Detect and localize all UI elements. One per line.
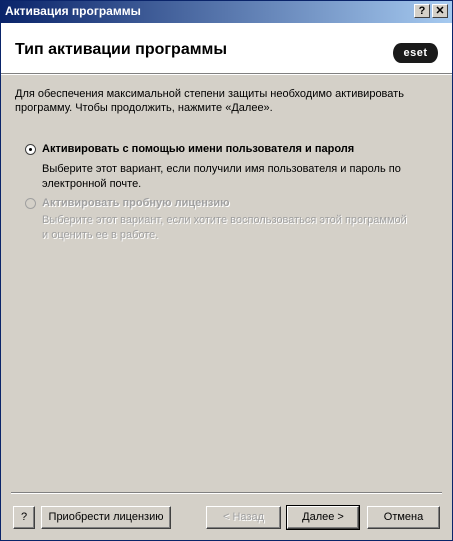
intro-text: Для обеспечения максимальной степени защ… — [15, 88, 404, 114]
eset-logo: eset — [393, 43, 438, 63]
page-title: Тип активации программы — [15, 41, 228, 58]
buy-license-button[interactable]: Приобрести лицензию — [41, 506, 171, 529]
radio-trial-license — [25, 198, 36, 209]
footer-divider-highlight — [11, 493, 442, 494]
radio-username-password[interactable] — [25, 144, 36, 155]
option-trial-license-label: Активировать пробную лицензию — [42, 197, 230, 209]
dialog-header: Тип активации программы eset — [1, 23, 452, 73]
option-trial-license-desc: Выберите этот вариант, если хотите воспо… — [42, 214, 407, 241]
back-button: < Назад — [206, 506, 281, 529]
activation-dialog: Активация программы ? ✕ Тип активации пр… — [0, 0, 453, 541]
option-username-password-desc: Выберите этот вариант, если получили имя… — [42, 163, 401, 190]
help-button[interactable]: ? — [13, 506, 35, 529]
cancel-button[interactable]: Отмена — [367, 506, 440, 529]
title-close-button[interactable]: ✕ — [432, 4, 448, 18]
next-button[interactable]: Далее > — [286, 505, 360, 530]
title-bar[interactable]: Активация программы ? ✕ — [1, 1, 452, 23]
title-help-button[interactable]: ? — [414, 4, 430, 18]
header-divider-highlight — [1, 74, 452, 75]
window-title: Активация программы — [5, 4, 141, 18]
option-username-password-label[interactable]: Активировать с помощью имени пользовател… — [42, 143, 354, 155]
